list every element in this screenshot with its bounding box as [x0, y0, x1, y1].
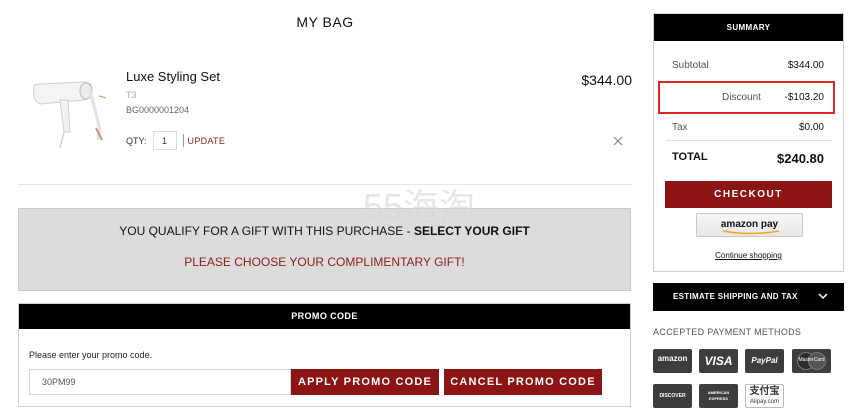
amazon-payment-logo: amazon [653, 349, 692, 373]
gift-banner: YOU QUALIFY FOR A GIFT WITH THIS PURCHAS… [18, 208, 631, 291]
payment-methods-title: ACCEPTED PAYMENT METHODS [653, 327, 802, 337]
apply-promo-button[interactable]: APPLY PROMO CODE [291, 369, 439, 395]
visa-logo: VISA [699, 349, 738, 373]
order-summary: SUMMARY Subtotal $344.00 Discount -$103.… [653, 13, 844, 272]
amex-line2: EXPRESS [709, 396, 728, 401]
amazon-smile-icon [722, 230, 780, 235]
discover-logo: DISCOVER [653, 384, 692, 408]
subtotal-label: Subtotal [672, 60, 709, 71]
paypal-logo: PayPal [745, 349, 784, 373]
alipay-cn: 支付宝 [749, 386, 780, 397]
alipay-en: Alipay.com [750, 399, 779, 405]
chevron-down-icon [818, 293, 828, 300]
product-name[interactable]: Luxe Styling Set [126, 69, 220, 84]
summary-divider [666, 140, 832, 141]
hair-dryer-product-image[interactable] [26, 70, 110, 154]
total-label: TOTAL [672, 151, 708, 163]
product-brand: T3 [126, 90, 137, 100]
tax-value: $0.00 [798, 122, 824, 133]
promo-hint: Please enter your promo code. [29, 350, 153, 360]
mastercard-label: MasterCard [798, 357, 825, 363]
discount-label: Discount [722, 92, 761, 103]
product-price: $344.00 [581, 72, 632, 88]
select-gift-link[interactable]: SELECT YOUR GIFT [414, 224, 530, 238]
estimate-shipping-label: ESTIMATE SHIPPING AND TAX [673, 292, 798, 301]
subtotal-value: $344.00 [787, 60, 824, 71]
quantity-row: QTY: UPDATE [126, 131, 225, 150]
amazon-pay-button[interactable]: amazon pay [696, 213, 803, 237]
summary-header: SUMMARY [654, 14, 843, 41]
cancel-promo-button[interactable]: CANCEL PROMO CODE [444, 369, 602, 395]
qty-label: QTY: [126, 135, 147, 146]
tax-label: Tax [672, 122, 688, 133]
amex-logo: AMERICAN EXPRESS [699, 384, 738, 408]
estimate-shipping-toggle[interactable]: ESTIMATE SHIPPING AND TAX [653, 283, 844, 311]
page-title: MY BAG [296, 14, 354, 30]
qty-divider [182, 134, 184, 147]
item-divider [18, 184, 632, 185]
alipay-logo: 支付宝 Alipay.com [745, 384, 784, 408]
quantity-input[interactable] [152, 131, 177, 150]
promo-code-input[interactable] [29, 369, 291, 395]
amazon-pay-label: amazon pay [720, 219, 779, 230]
update-link[interactable]: UPDATE [188, 136, 226, 146]
discount-row: Discount -$103.20 [672, 92, 824, 103]
close-icon[interactable] [611, 134, 625, 148]
continue-shopping-link[interactable]: Continue shopping [654, 251, 843, 260]
discount-value: -$103.20 [784, 92, 824, 103]
mastercard-logo: MasterCard [792, 349, 831, 373]
choose-gift-link[interactable]: PLEASE CHOOSE YOUR COMPLIMENTARY GIFT! [19, 255, 630, 269]
tax-row: Tax $0.00 [672, 122, 824, 133]
gift-qualify-prefix: YOU QUALIFY FOR A GIFT WITH THIS PURCHAS… [119, 224, 411, 238]
total-value: $240.80 [777, 151, 824, 166]
gift-qualify-text: YOU QUALIFY FOR A GIFT WITH THIS PURCHAS… [19, 224, 630, 238]
checkout-button[interactable]: CHECKOUT [665, 181, 832, 208]
promo-code-header: PROMO CODE [19, 304, 630, 329]
product-sku: BG0000001204 [126, 105, 190, 115]
promo-code-panel: PROMO CODE Please enter your promo code.… [18, 303, 631, 407]
total-row: TOTAL $240.80 [672, 151, 824, 166]
subtotal-row: Subtotal $344.00 [672, 60, 824, 71]
